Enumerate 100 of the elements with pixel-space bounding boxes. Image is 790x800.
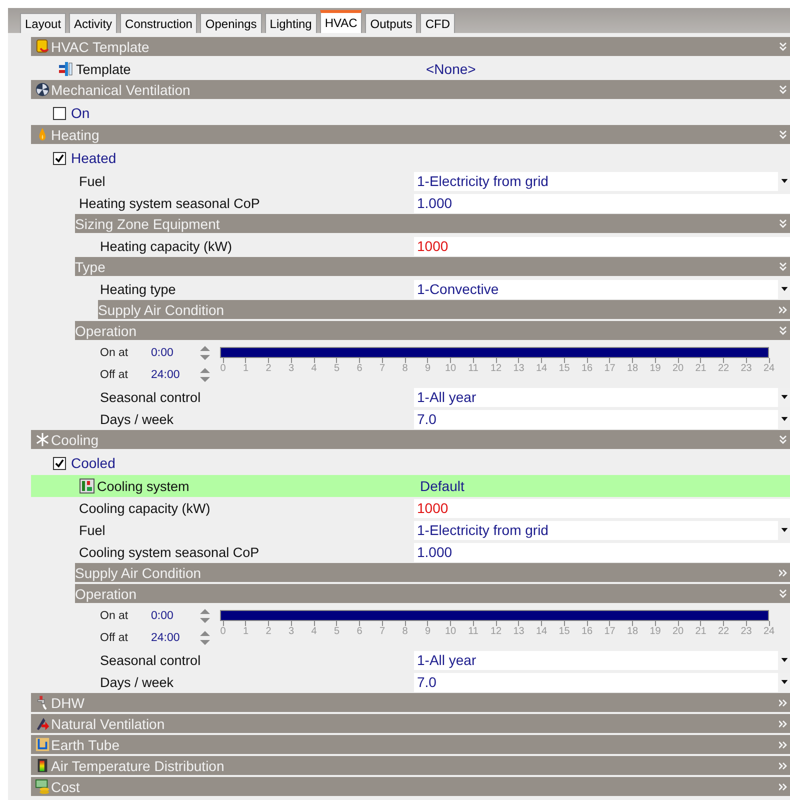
field-label: Cooling capacity (kW) — [79, 500, 210, 516]
caret-icon — [780, 395, 788, 399]
tab[interactable]: Construction — [120, 13, 198, 33]
tick-label: 2 — [266, 363, 272, 374]
tick-label: 17 — [604, 626, 616, 637]
on-time-value[interactable]: 0:00 — [151, 610, 199, 622]
snowflake-icon — [35, 432, 50, 447]
tick-label: 7 — [379, 626, 386, 637]
tick-label: 7 — [379, 363, 386, 374]
dropdown-button[interactable] — [778, 672, 790, 692]
tick-label: 0 — [220, 363, 226, 374]
dropdown-field[interactable]: 1-Electricity from grid — [414, 172, 790, 190]
tick-label: 12 — [490, 626, 502, 637]
on-time-label: On at — [100, 347, 130, 359]
tick-label: 18 — [626, 626, 638, 637]
tick-label: 6 — [356, 363, 362, 374]
section-title: Supply Air Condition — [98, 302, 226, 318]
checkbox[interactable] — [53, 152, 66, 164]
gradient-bar-icon — [35, 758, 50, 773]
section-title: DHW — [51, 694, 86, 710]
dropdown-field[interactable]: 1-Convective — [414, 280, 790, 298]
section-title: Operation — [75, 322, 138, 338]
tick-label: 5 — [334, 626, 340, 637]
caret-icon — [780, 417, 788, 421]
input-field[interactable]: 1000 — [414, 498, 790, 518]
tick-label: 15 — [558, 363, 570, 374]
caret-icon — [780, 658, 788, 662]
document-icon — [35, 39, 50, 54]
dropdown-button[interactable] — [778, 280, 790, 298]
tick-label: 16 — [581, 626, 593, 637]
tick-label: 12 — [490, 363, 502, 374]
tick-label: 20 — [672, 626, 684, 637]
tab[interactable]: Layout — [20, 13, 66, 33]
fan-icon — [35, 82, 50, 97]
tick-label: 22 — [718, 363, 730, 374]
tick-label: 1 — [242, 626, 249, 637]
dropdown-field[interactable]: 1-Electricity from grid — [414, 520, 790, 540]
tick-label: 2 — [266, 626, 272, 637]
field-label: Seasonal control — [100, 652, 201, 668]
tick-label: 6 — [356, 626, 362, 637]
tick-label: 24 — [763, 626, 775, 637]
tick-label: 8 — [402, 363, 408, 374]
field-label: Days / week — [100, 412, 174, 426]
tick-label: 0 — [220, 626, 226, 637]
tick-label: 24 — [763, 363, 775, 374]
coins-icon — [35, 779, 50, 794]
tick-label: 10 — [444, 626, 456, 637]
caret-icon — [780, 528, 788, 532]
tab[interactable]: Lighting — [264, 13, 317, 33]
tick-label: 14 — [536, 626, 548, 637]
field-label: Heating type — [100, 282, 176, 296]
field-label: Heating system seasonal CoP — [79, 196, 260, 210]
field-label: Cooling system seasonal CoP — [79, 544, 260, 560]
section-title: Sizing Zone Equipment — [75, 216, 221, 232]
dropdown-field[interactable]: 1-All year — [414, 650, 790, 670]
section-title: Supply Air Condition — [75, 564, 202, 580]
section-title: Natural Ventilation — [51, 716, 166, 732]
checkbox[interactable] — [53, 106, 66, 120]
tab[interactable]: Activity — [69, 13, 118, 33]
off-time-value[interactable]: 24:00 — [151, 369, 199, 381]
tab[interactable]: Openings — [200, 13, 262, 33]
spinner-icon[interactable] — [199, 630, 211, 646]
section-title: Cooling — [51, 432, 100, 448]
unit-icon — [79, 478, 95, 494]
on-time-value[interactable]: 0:00 — [151, 347, 199, 359]
tick-label: 11 — [468, 363, 478, 374]
spinner-icon[interactable] — [199, 608, 211, 624]
tab[interactable]: CFD — [420, 13, 455, 33]
dropdown-button[interactable] — [778, 410, 790, 428]
tab[interactable]: Outputs — [365, 13, 418, 33]
checkbox-label: Heated — [71, 150, 116, 166]
field-label: Fuel — [79, 522, 106, 538]
tick-label: 3 — [288, 363, 294, 374]
tick-label: 3 — [288, 626, 294, 637]
input-field[interactable]: 1.000 — [414, 194, 790, 212]
checkbox[interactable] — [53, 456, 66, 470]
tab[interactable]: HVAC — [320, 10, 362, 33]
spinner-icon[interactable] — [199, 345, 211, 361]
dropdown-field[interactable]: 7.0 — [414, 410, 790, 428]
dropdown-button[interactable] — [778, 520, 790, 540]
field-label: Fuel — [79, 174, 106, 188]
tick-label: 14 — [536, 363, 548, 374]
field-label: Seasonal control — [100, 390, 201, 404]
spinner-icon[interactable] — [199, 367, 211, 383]
checkbox-label: Cooled — [71, 455, 116, 471]
dropdown-field[interactable]: 1-All year — [414, 388, 790, 406]
earth-tube-icon — [35, 737, 50, 752]
input-field[interactable]: 1000 — [414, 236, 790, 256]
tick-label: 21 — [695, 626, 706, 637]
caret-icon — [780, 680, 788, 684]
input-field[interactable]: 1.000 — [414, 542, 790, 562]
tick-label: 18 — [626, 363, 638, 374]
tick-label: 1 — [242, 363, 249, 374]
tick-label: 22 — [718, 626, 730, 637]
off-time-value[interactable]: 24:00 — [151, 632, 199, 644]
selected-row[interactable]: Cooling system Default — [31, 475, 790, 497]
template-link[interactable]: <None> — [426, 61, 476, 77]
radiator-icon — [58, 61, 74, 77]
tick-label: 20 — [672, 363, 684, 374]
dropdown-field[interactable]: 7.0 — [414, 672, 790, 692]
